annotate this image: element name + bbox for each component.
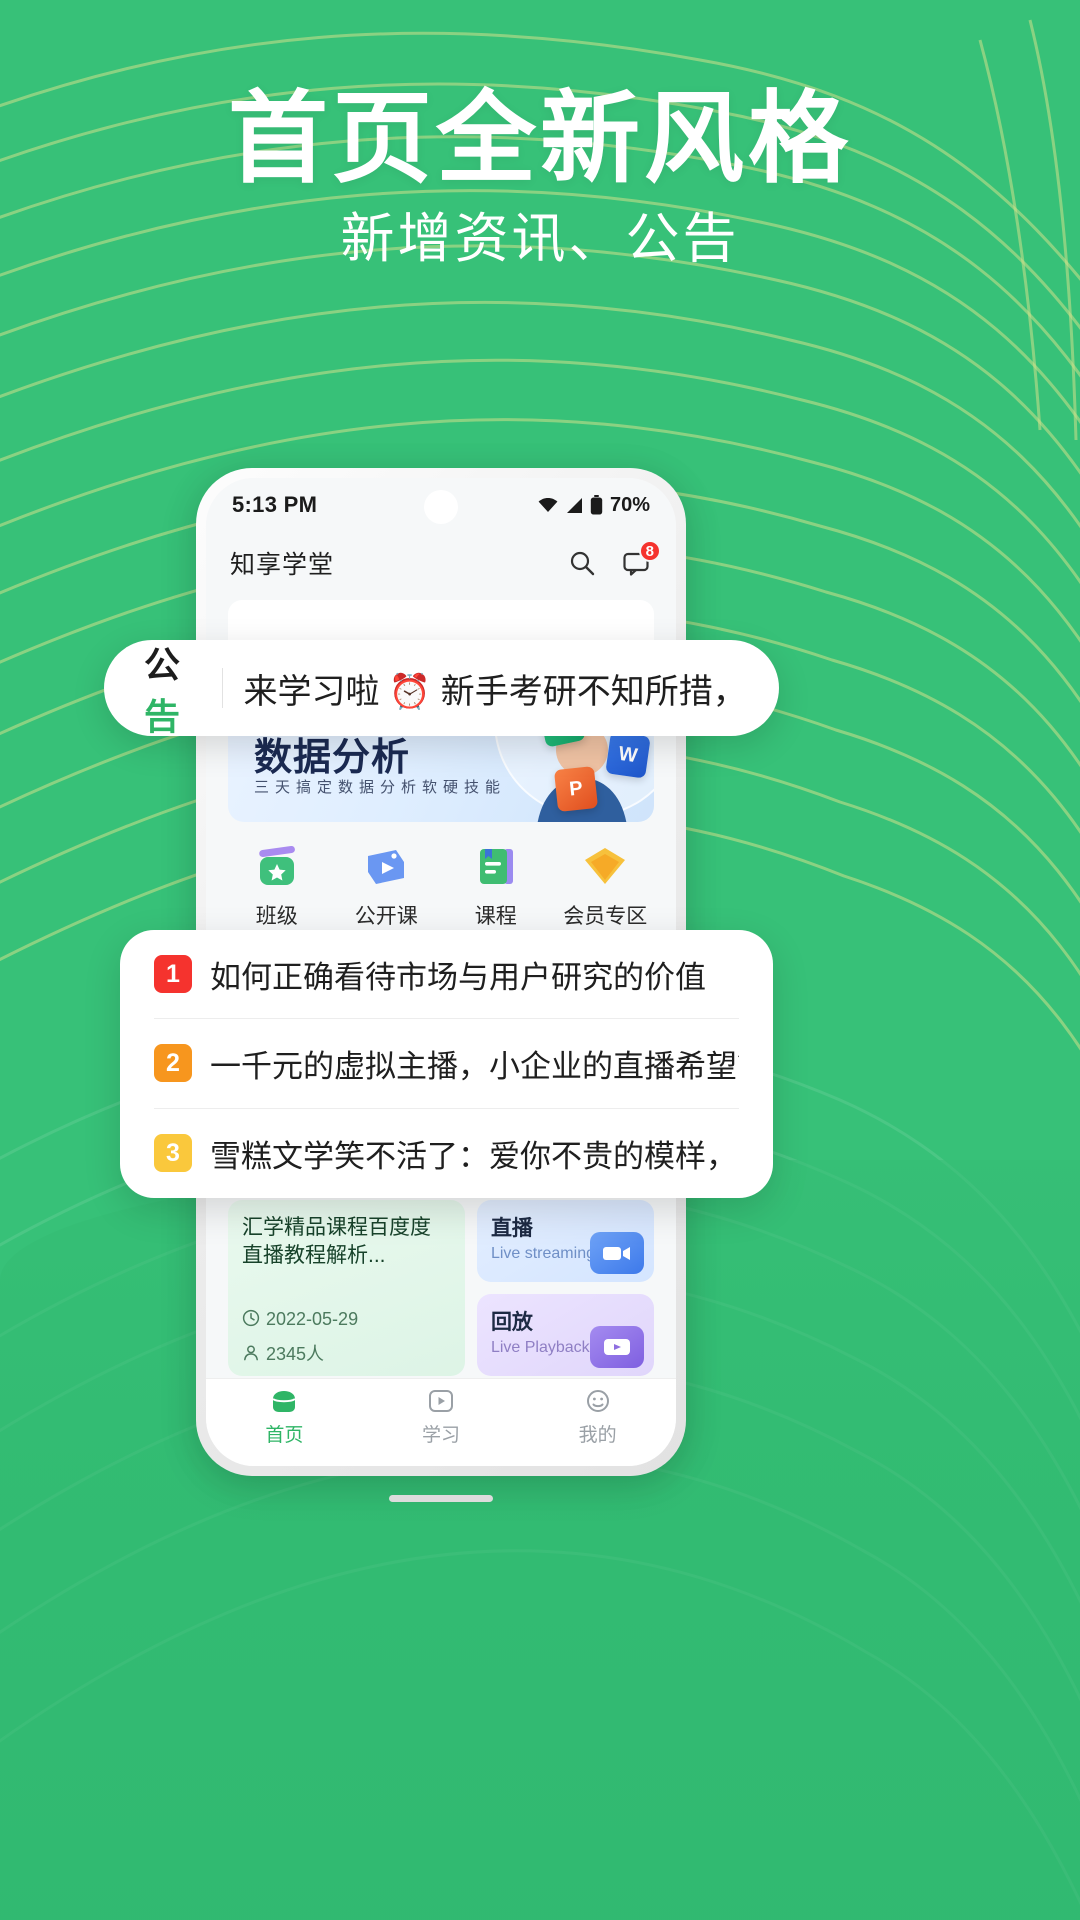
quick-menu: 班级 公开课 课程 会员专区 <box>222 840 660 930</box>
app-bar: 知享学堂 8 <box>206 532 676 594</box>
quick-menu-label: 会员专区 <box>563 905 648 928</box>
announcement-tag: 公告 <box>144 636 202 740</box>
announcement-tag-char-2: 告 <box>144 696 182 737</box>
live-course-date: 2022-05-29 <box>266 1309 359 1329</box>
promo-headline: 首页全新风格 <box>228 83 852 195</box>
announcement-text: 来学习啦 ⏰ 新手考研不知所措，不知道... <box>243 672 739 711</box>
bottom-tab-bar: 首页 学习 我的 <box>206 1378 676 1466</box>
banner-line-3: 三天搞定数据分析软硬技能 <box>254 779 507 796</box>
quick-menu-label: 班级 <box>255 905 298 928</box>
news-rank-badge: 2 <box>154 1044 192 1083</box>
quick-menu-item-vip[interactable]: 会员专区 <box>551 840 661 930</box>
message-badge: 8 <box>638 540 661 562</box>
class-icon <box>258 845 295 885</box>
news-item-1[interactable]: 1 如何正确看待市场与用户研究的价值 <box>154 930 739 1020</box>
quick-menu-label: 公开课 <box>354 905 418 928</box>
tab-study-label: 学习 <box>422 1425 461 1446</box>
person-icon <box>244 1345 258 1361</box>
news-rank-badge: 1 <box>154 955 192 994</box>
tab-profile-label: 我的 <box>578 1425 617 1446</box>
messages-button[interactable]: 8 <box>620 540 661 579</box>
live-course-attendees-text: 2345人 <box>266 1344 325 1364</box>
word-chip-icon: W <box>605 731 651 779</box>
home-icon <box>272 1391 296 1412</box>
live-camera-icon <box>590 1232 644 1274</box>
status-icons: 70% <box>538 494 650 517</box>
live-playback-card[interactable]: 回放 Live Playback <box>476 1294 654 1376</box>
tab-home[interactable]: 首页 <box>206 1387 363 1466</box>
news-title: 如何正确看待市场与用户研究的价值 <box>210 959 706 995</box>
battery-icon <box>590 495 603 515</box>
live-course-datetime: 2022-05-29 <box>242 1309 358 1330</box>
news-title: 一千元的虚拟主播，小企业的直播希望？ <box>210 1048 739 1084</box>
live-course-card[interactable]: 汇学精品课程百度度直播教程解析... 2022-05-29 2345人 <box>228 1200 465 1376</box>
quick-menu-label: 课程 <box>474 905 517 928</box>
announcement-tag-char-1: 公 <box>144 644 182 685</box>
news-title: 雪糕文学笑不活了：爱你不贵的模样，… <box>210 1138 739 1174</box>
vip-diamond-icon <box>585 848 626 884</box>
status-time: 5:13 PM <box>232 492 318 517</box>
battery-percentage: 70% <box>609 493 650 516</box>
tab-profile[interactable]: 我的 <box>519 1387 676 1466</box>
open-course-icon <box>368 850 405 884</box>
signal-icon <box>566 497 582 513</box>
news-item-2[interactable]: 2 一千元的虚拟主播，小企业的直播希望？ <box>154 1019 739 1109</box>
announcement-divider <box>221 668 224 708</box>
powerpoint-chip-icon: P <box>553 766 599 812</box>
wifi-icon <box>538 497 558 512</box>
search-icon <box>570 551 595 576</box>
news-item-3[interactable]: 3 雪糕文学笑不活了：爱你不贵的模样，… <box>154 1109 739 1198</box>
quick-menu-item-course[interactable]: 课程 <box>441 840 551 930</box>
announcement-callout[interactable]: 公告 来学习啦 ⏰ 新手考研不知所措，不知道... <box>104 640 779 737</box>
course-book-icon <box>479 849 513 884</box>
news-callout-card: 1 如何正确看待市场与用户研究的价值 2 一千元的虚拟主播，小企业的直播希望？ … <box>120 930 773 1198</box>
playback-icon <box>590 1326 644 1368</box>
quick-menu-item-class[interactable]: 班级 <box>222 840 332 930</box>
profile-icon <box>586 1390 609 1412</box>
live-course-title: 汇学精品课程百度度直播教程解析... <box>242 1216 431 1268</box>
camera-punch-hole <box>424 490 458 524</box>
clock-icon <box>242 1309 260 1327</box>
status-bar: 5:13 PM 70% <box>206 478 676 532</box>
app-bar-actions: 8 <box>566 540 661 579</box>
app-title: 知享学堂 <box>230 551 335 579</box>
live-type-cards: 直播 Live streaming 回放 Live Playback <box>476 1200 654 1376</box>
tab-home-label: 首页 <box>265 1425 304 1446</box>
home-indicator <box>389 1495 493 1502</box>
quick-menu-item-open-course[interactable]: 公开课 <box>332 840 442 930</box>
search-button[interactable] <box>566 547 598 579</box>
news-rank-badge: 3 <box>154 1134 192 1173</box>
promo-subheadline: 新增资讯、公告 <box>340 209 740 269</box>
live-streaming-card[interactable]: 直播 Live streaming <box>476 1200 654 1282</box>
live-course-attendees: 2345人 <box>242 1340 324 1366</box>
live-section: 汇学精品课程百度度直播教程解析... 2022-05-29 2345人 直播 L… <box>228 1200 654 1376</box>
tab-study[interactable]: 学习 <box>363 1387 520 1466</box>
study-icon <box>429 1390 453 1412</box>
